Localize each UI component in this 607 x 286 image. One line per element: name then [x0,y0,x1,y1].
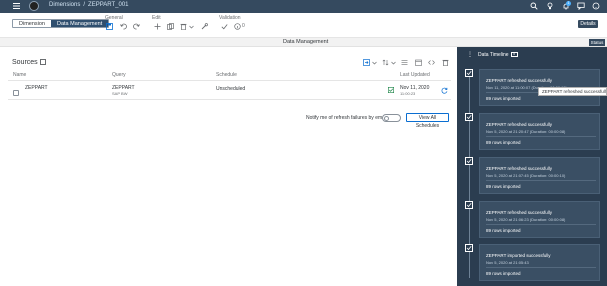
sources-section: Sources Name Query Schedule Last Updated… [0,47,457,286]
timeline-item-title: ZEPPART refreshed successfully [486,210,553,215]
timeline-item-rows: 89 rows imported [486,228,521,233]
timeline-count: 5 [510,52,518,58]
column-header-schedule: Schedule [216,72,237,78]
delete-icon[interactable] [442,59,449,66]
lightbulb-icon[interactable] [546,2,554,10]
sort-icon[interactable] [382,59,389,66]
sources-info-icon[interactable] [39,59,46,66]
divider [486,180,596,181]
column-header-name: Name [13,72,27,78]
timeline-item-rows: 89 rows imported [486,140,521,145]
sources-title: Sources [12,59,46,66]
breadcrumb-current: ZEPPART_001 [88,2,129,8]
timeline-check-icon [465,157,473,165]
page-header: Data Management Status [0,38,607,47]
chat-icon[interactable] [577,2,585,10]
divider [8,80,451,81]
view-switch: Dimension Data Management [12,19,110,28]
divider [486,224,596,225]
timeline-item-rows: 89 rows imported [486,96,521,101]
undo-icon[interactable] [120,23,127,30]
row-last-updated-time: 11:00:23 [400,91,416,96]
timeline-item-title: ZEPPART refreshed successfully [486,166,553,171]
save-icon[interactable] [106,23,113,30]
group-general-label: General [105,15,123,21]
timeline-check-icon [465,113,473,121]
notify-toggle[interactable] [382,114,401,122]
timeline-title-text: Data Timeline [478,52,509,58]
import-icon[interactable] [363,59,370,66]
divider [486,136,596,137]
group-validation-label: Validation [219,15,241,21]
toolbar: Dimension Data Management General Edit V… [0,13,607,38]
timeline-item-date: Nov 5, 2020 at 21:20:47 (Duration: 00:00… [486,129,566,134]
help-icon[interactable] [592,2,600,10]
sources-title-text: Sources [12,59,38,66]
validation-count: 0 [242,23,245,29]
chevron-down-icon[interactable] [371,59,378,66]
timeline-item-rows: 89 rows imported [486,184,521,189]
row-checkbox[interactable] [13,90,19,96]
redo-icon[interactable] [133,23,140,30]
group-edit-label: Edit [152,15,161,21]
timeline-item[interactable]: ZEPPART refreshed successfully Nov 5, 20… [479,201,600,238]
success-status-icon [388,87,394,93]
page-title: Data Management [283,39,329,45]
copy-icon[interactable] [167,23,174,30]
status-button[interactable]: Status [589,39,605,46]
timeline-item-title: ZEPPART refreshed successfully [486,78,553,83]
wrench-icon[interactable] [201,23,208,30]
timeline-item-title: ZEPPART refreshed successfully [486,122,553,127]
more-icon[interactable]: ⋮ [467,51,473,58]
breadcrumb-separator: / [83,2,86,8]
timeline-check-icon [465,69,473,77]
row-name: ZEPPART [25,85,48,91]
row-query-sub: SAP BW [112,91,128,96]
refresh-icon[interactable] [441,87,448,94]
add-icon[interactable] [154,23,161,30]
chevron-down-icon[interactable] [390,59,397,66]
breadcrumb: Dimensions / ZEPPART_001 [49,2,129,8]
menu-icon[interactable] [13,3,20,9]
notification-badge: 1 [566,1,571,6]
toggle-knob [384,116,389,121]
tab-data-management[interactable]: Data Management [50,20,109,27]
column-header-last-updated: Last Updated [400,72,430,78]
timeline-item-rows: 89 rows imported [486,271,521,276]
list-icon[interactable] [401,59,408,66]
timeline-check-icon [465,244,473,252]
row-schedule: Unscheduled [216,86,246,92]
column-header-query: Query [112,72,126,78]
timeline-item[interactable]: ZEPPART imported successfully Nov 5, 202… [479,244,600,281]
timeline-title: Data Timeline 5 [478,52,518,58]
avatar[interactable] [29,1,39,11]
chevron-down-icon[interactable] [188,23,195,30]
breadcrumb-root[interactable]: Dimensions [49,2,80,8]
delete-icon[interactable] [180,23,187,30]
divider [8,99,451,100]
details-button[interactable]: Details [578,20,598,28]
timeline-item-date: Nov 5, 2020 at 21:07:45 (Duration: 00:00… [486,173,566,178]
data-timeline-panel: ⋮ Data Timeline 5 ZEPPART refreshed succe… [457,47,607,286]
calendar-icon[interactable] [415,59,422,66]
timeline-item[interactable]: ZEPPART refreshed successfully Nov 5, 20… [479,157,600,194]
notify-label: Notify me of refresh failures by email [306,115,388,121]
divider [486,267,596,268]
timeline-item-date: Nov 5, 2020 at 21:06:23 (Duration: 00:00… [486,217,566,222]
info-icon[interactable] [234,23,241,30]
validate-icon[interactable] [221,23,228,30]
timeline-check-icon [465,201,473,209]
expand-icon[interactable] [428,59,435,66]
timeline-item-title: ZEPPART imported successfully [486,253,551,258]
search-icon[interactable] [530,2,538,10]
timeline-item-date: Nov 5, 2020 at 21:05:43 [486,260,529,265]
view-all-schedules-button[interactable]: View All Schedules [406,113,449,129]
tooltip: ZEPPART refreshed successfully [538,87,607,96]
tab-dimension[interactable]: Dimension [13,20,51,27]
shell-bar: Dimensions / ZEPPART_001 1 [0,0,607,13]
timeline-item[interactable]: ZEPPART refreshed successfully Nov 5, 20… [479,113,600,150]
